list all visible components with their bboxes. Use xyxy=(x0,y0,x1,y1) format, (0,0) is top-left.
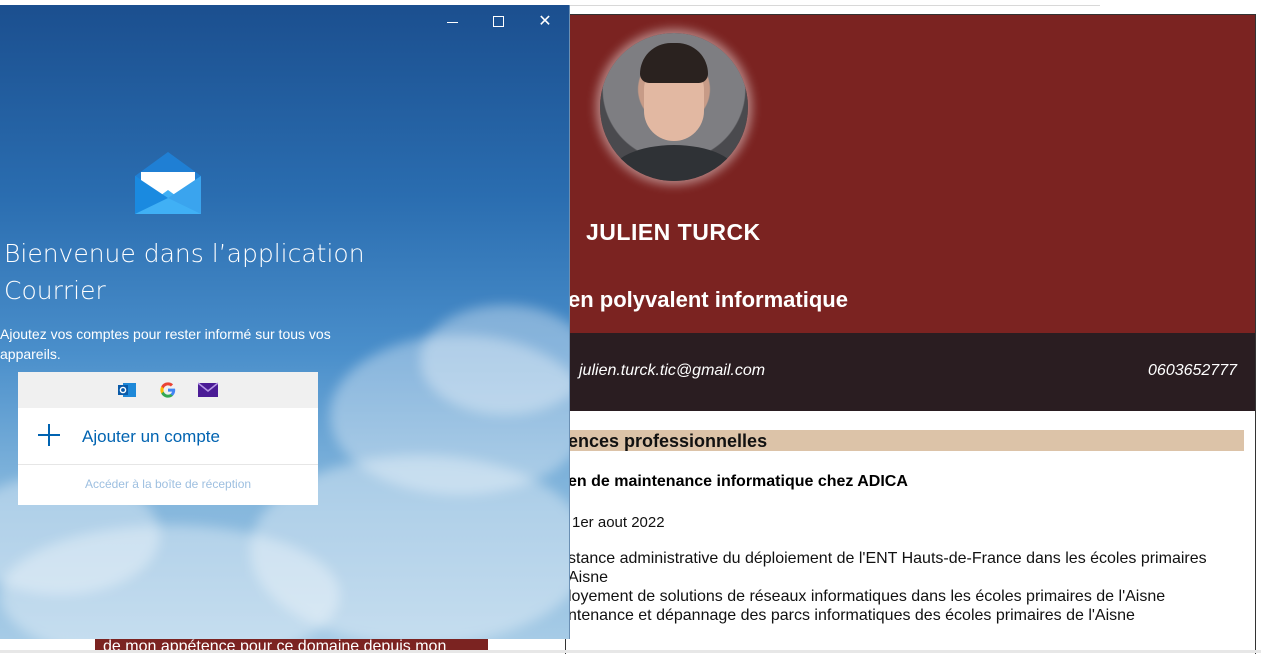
google-icon xyxy=(160,382,176,398)
welcome-heading: Bienvenue dans l’application Courrier xyxy=(4,235,384,309)
cv-experience-title: en de maintenance informatique chez ADIC… xyxy=(568,473,908,490)
cv-contact-bar: julien.turck.tic@gmail.com 0603652777 xyxy=(566,333,1255,411)
mail-app-window: ✕ Bienvenue dans l’application Courrier … xyxy=(0,5,570,639)
cv-experience-date: 1er aout 2022 xyxy=(572,514,665,531)
cv-email[interactable]: julien.turck.tic@gmail.com xyxy=(579,362,765,380)
mail-logo-icon xyxy=(135,152,201,214)
minimize-button[interactable] xyxy=(438,11,468,33)
close-button[interactable]: ✕ xyxy=(530,11,560,33)
cv-job-title: en polyvalent informatique xyxy=(568,287,848,312)
welcome-line-1: Bienvenue dans l’application xyxy=(4,239,365,268)
outlook-icon xyxy=(118,383,136,397)
list-item: Aisne xyxy=(568,569,609,586)
add-account-button[interactable]: Ajouter un compte xyxy=(18,408,318,465)
browser-divider xyxy=(560,5,1100,6)
cv-experience-list: stance administrative du déploiement de … xyxy=(568,549,1248,625)
list-item: loyement de solutions de réseaux informa… xyxy=(568,588,1166,605)
cv-section-header: ences professionnelles xyxy=(566,430,1244,451)
maximize-icon xyxy=(493,16,504,27)
profile-photo xyxy=(600,33,748,181)
close-icon: ✕ xyxy=(538,13,552,30)
cv-document: JULIEN TURCK en polyvalent informatique … xyxy=(565,14,1256,654)
minimize-icon xyxy=(447,22,458,23)
mail-icon xyxy=(198,382,218,397)
list-item: stance administrative du déploiement de … xyxy=(568,550,1207,567)
add-account-label: Ajouter un compte xyxy=(82,427,220,446)
go-to-inbox-link[interactable]: Accéder à la boîte de réception xyxy=(18,477,318,491)
cv-header: JULIEN TURCK en polyvalent informatique xyxy=(566,15,1255,333)
welcome-subtitle: Ajoutez vos comptes pour rester informé … xyxy=(0,326,331,362)
cv-section-title: ences professionnelles xyxy=(568,431,768,451)
cv-name: JULIEN TURCK xyxy=(586,219,761,245)
account-card: Ajouter un compte Accéder à la boîte de … xyxy=(18,372,318,505)
provider-icons xyxy=(18,372,318,408)
maximize-button[interactable] xyxy=(484,11,514,33)
plus-icon xyxy=(38,424,60,446)
welcome-line-2: Courrier xyxy=(4,276,106,305)
list-item: ntenance et dépannage des parcs informat… xyxy=(568,607,1135,624)
cv-phone: 0603652777 xyxy=(1148,362,1237,379)
